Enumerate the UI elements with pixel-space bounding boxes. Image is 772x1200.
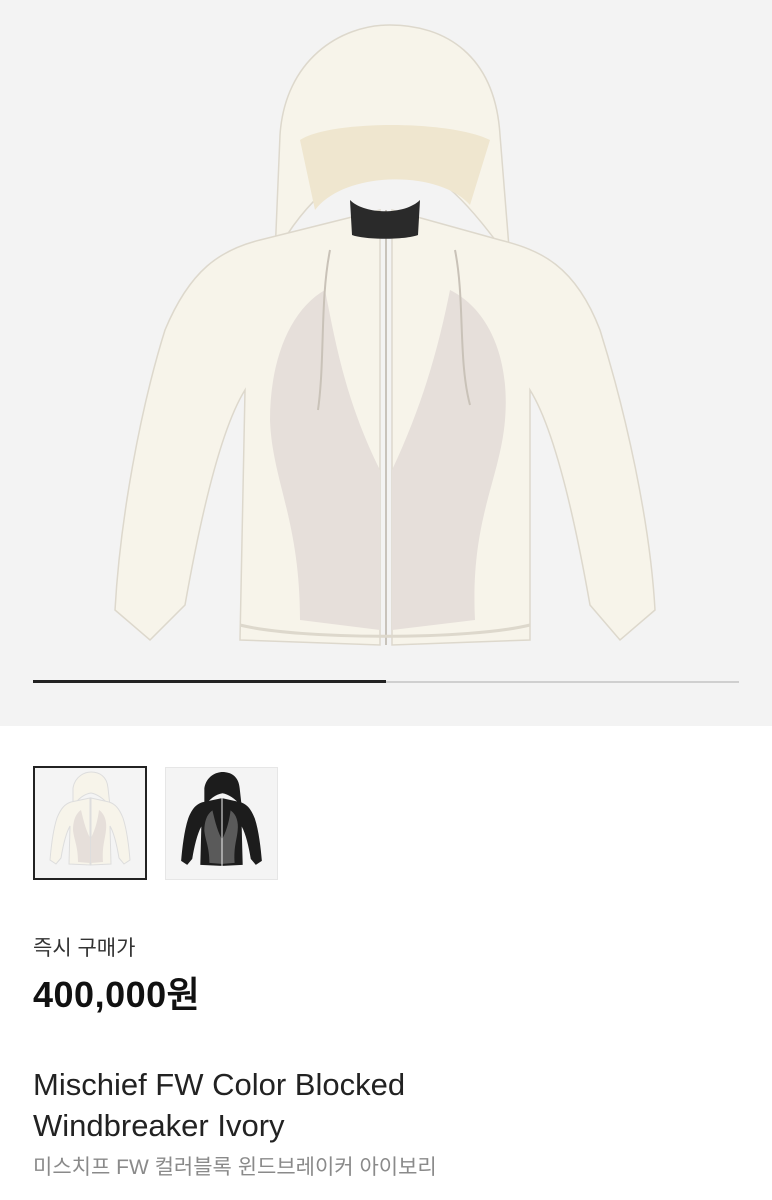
thumbnail-ivory[interactable] (33, 766, 147, 880)
slide-progress-fill (33, 680, 386, 683)
black-jacket-thumbnail-icon (181, 772, 262, 866)
product-image-gallery[interactable] (0, 0, 772, 726)
jacket-image (114, 24, 656, 646)
product-title-line2: Windbreaker Ivory (33, 1108, 285, 1143)
slide-progress-track (33, 680, 739, 683)
product-title-line1: Mischief FW Color Blocked (33, 1067, 406, 1102)
price-label: 즉시 구매가 (33, 937, 136, 960)
price-value: 400,000원 (33, 974, 201, 1015)
product-subtitle: 미스치프 FW 컬러블록 윈드브레이커 아이보리 (33, 1156, 437, 1179)
thumbnail-black[interactable] (165, 767, 278, 880)
ivory-jacket-thumbnail-icon (49, 771, 131, 866)
product-title: Mischief FW Color Blocked Windbreaker Iv… (33, 1064, 733, 1146)
